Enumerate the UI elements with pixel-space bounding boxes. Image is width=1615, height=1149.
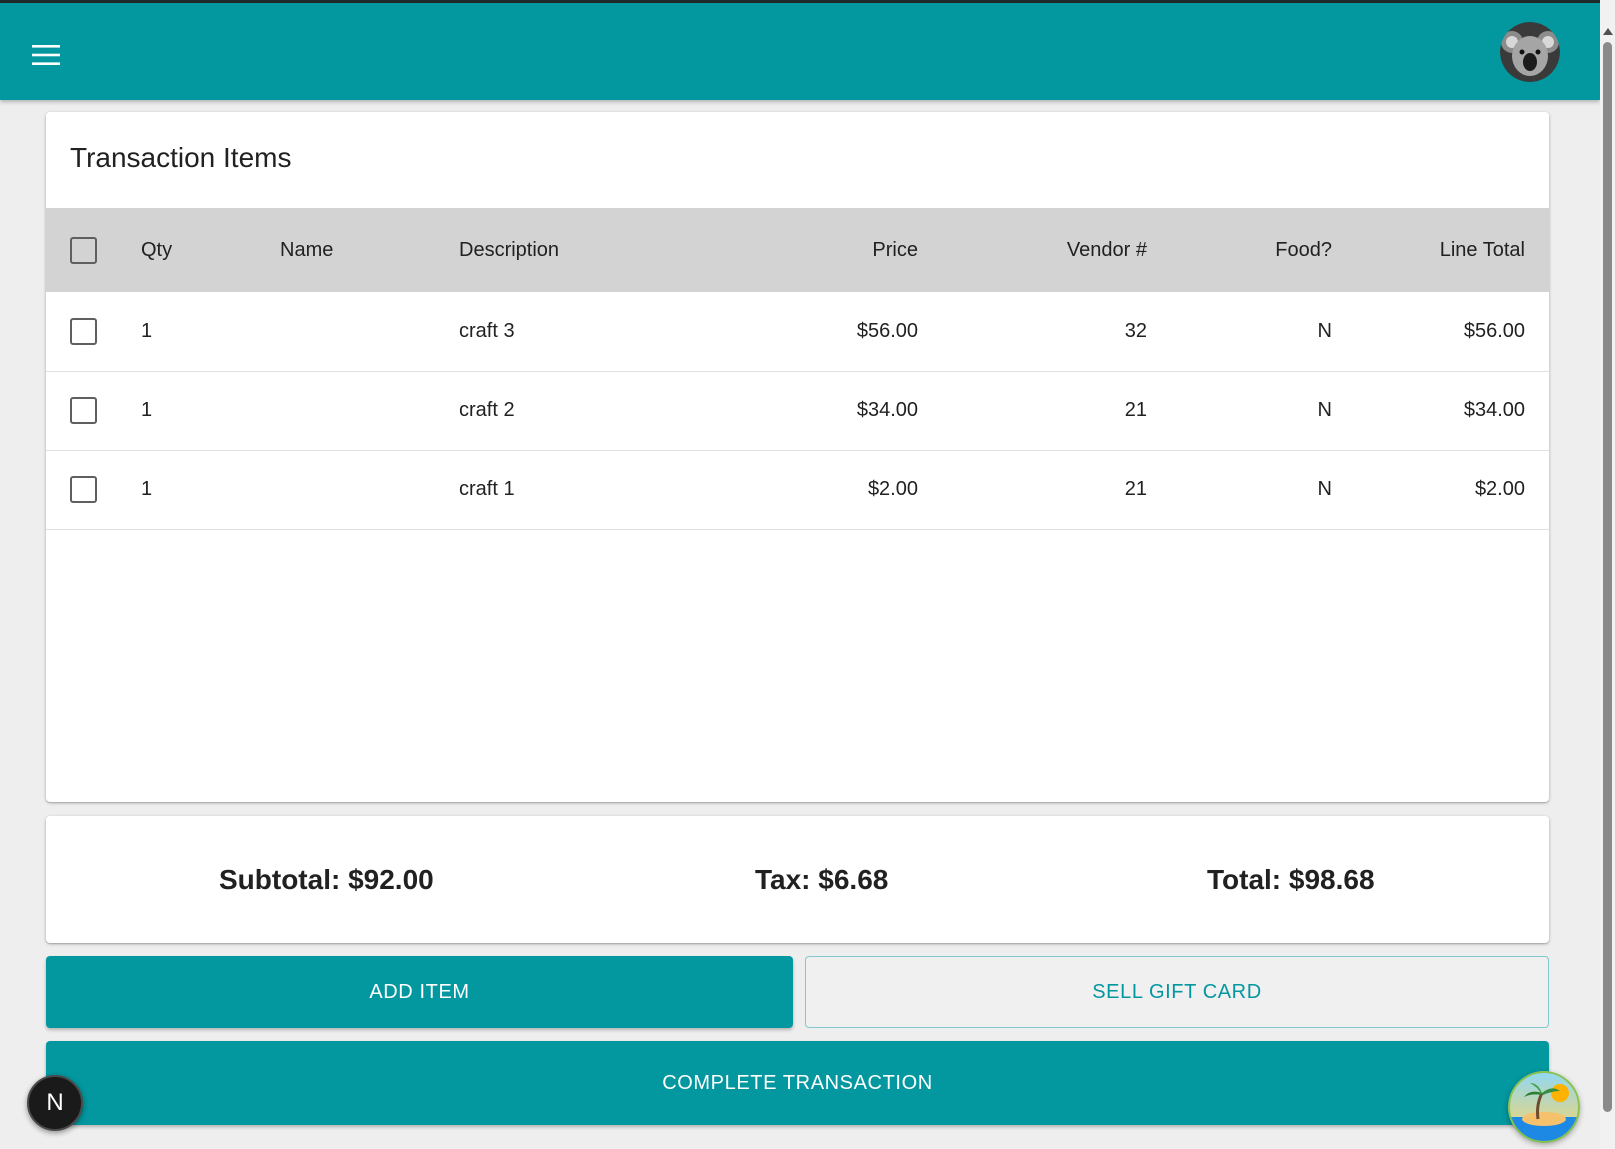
cell-name — [280, 371, 459, 450]
cell-price: $56.00 — [856, 319, 918, 342]
cell-qty: 1 — [141, 399, 153, 421]
cell-description: craft 1 — [459, 478, 515, 500]
table-header-row: Qty Name Description Price Vendor # Food… — [46, 208, 1549, 292]
select-all-checkbox[interactable] — [70, 236, 97, 264]
add-item-button[interactable]: ADD ITEM — [46, 956, 793, 1028]
scroll-up-arrow-icon[interactable] — [1603, 28, 1613, 35]
subtotal-text: Subtotal: $92.00 — [219, 864, 434, 895]
row-checkbox[interactable] — [70, 317, 97, 345]
cell-description: craft 2 — [459, 399, 515, 421]
transaction-items-card: Transaction Items Qty Name Description P… — [46, 112, 1549, 802]
cell-description: craft 3 — [459, 319, 515, 342]
table-row[interactable]: 1 craft 1 $2.00 21 N $2.00 — [46, 450, 1549, 529]
card-title: Transaction Items — [70, 142, 292, 173]
cell-line-total: $34.00 — [1463, 399, 1525, 421]
row-checkbox[interactable] — [70, 476, 97, 503]
cell-vendor: 32 — [1124, 319, 1147, 342]
complete-transaction-button[interactable]: COMPLETE TRANSACTION — [46, 1041, 1549, 1125]
cell-vendor: 21 — [1124, 478, 1147, 500]
totals-card: Subtotal: $92.00 Tax: $6.68 Total: $98.6… — [46, 816, 1549, 943]
column-header-description[interactable]: Description — [459, 208, 699, 292]
page-scrollbar[interactable] — [1600, 0, 1615, 1149]
column-header-price[interactable]: Price — [699, 208, 918, 292]
table-row[interactable]: 1 craft 3 $56.00 32 N $56.00 — [46, 292, 1549, 371]
row-select-cell — [46, 292, 141, 371]
cell-food: N — [1317, 399, 1332, 421]
cell-name — [280, 292, 459, 371]
cell-price: $34.00 — [856, 399, 918, 421]
cell-food: N — [1317, 478, 1332, 500]
menu-button[interactable] — [22, 31, 70, 79]
cell-qty: 1 — [141, 319, 153, 342]
column-header-vendor[interactable]: Vendor # — [918, 208, 1147, 292]
island-badge-button[interactable] — [1508, 1071, 1580, 1143]
cell-vendor: 21 — [1124, 399, 1147, 421]
row-select-cell — [46, 371, 141, 450]
column-header-line-total[interactable]: Line Total — [1332, 208, 1549, 292]
cell-line-total: $56.00 — [1463, 319, 1525, 342]
tax-text: Tax: $6.68 — [755, 864, 889, 895]
row-select-cell — [46, 450, 141, 529]
cell-line-total: $2.00 — [1474, 478, 1525, 500]
transaction-items-table: Qty Name Description Price Vendor # Food… — [46, 208, 1549, 530]
cell-name — [280, 450, 459, 529]
n-badge-button[interactable]: N — [27, 1075, 83, 1131]
column-header-qty[interactable]: Qty — [141, 208, 280, 292]
column-header-food[interactable]: Food? — [1147, 208, 1332, 292]
sell-gift-card-button[interactable]: SELL GIFT CARD — [805, 956, 1549, 1028]
cell-price: $2.00 — [867, 478, 918, 500]
koala-avatar-icon — [1500, 22, 1560, 82]
island-palm-tree-icon — [1508, 1071, 1580, 1143]
column-header-name[interactable]: Name — [280, 208, 459, 292]
hamburger-menu-icon — [32, 45, 60, 65]
cell-food: N — [1317, 319, 1332, 342]
scrollbar-thumb[interactable] — [1603, 42, 1612, 1112]
row-checkbox[interactable] — [70, 397, 97, 424]
select-all-cell — [46, 208, 141, 292]
app-bar — [0, 3, 1600, 100]
total-text: Total: $98.68 — [1207, 864, 1375, 895]
user-avatar[interactable] — [1500, 22, 1560, 82]
table-row[interactable]: 1 craft 2 $34.00 21 N $34.00 — [46, 371, 1549, 450]
cell-qty: 1 — [141, 478, 153, 500]
